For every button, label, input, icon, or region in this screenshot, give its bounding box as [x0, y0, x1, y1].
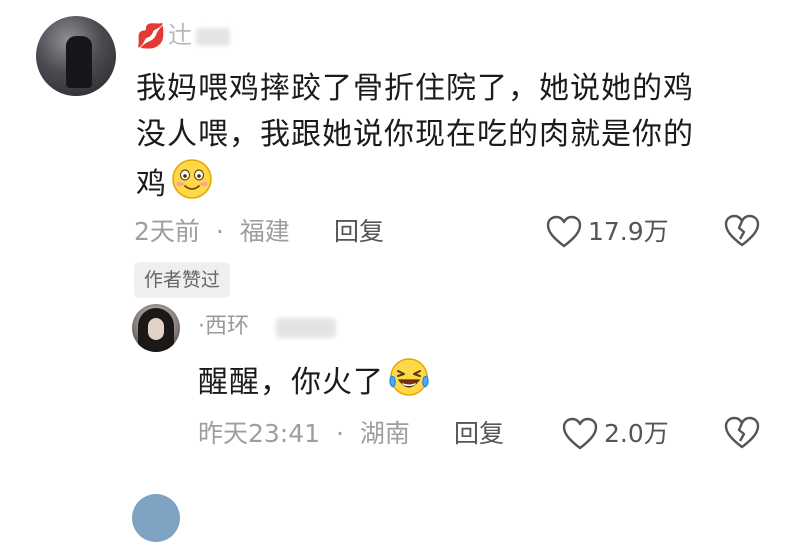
- reply-dislike-button[interactable]: [724, 416, 760, 452]
- username-blur: [196, 28, 230, 46]
- comment-like-count: 17.9万: [588, 217, 669, 246]
- author-liked-badge: 作者赞过: [134, 262, 231, 298]
- smiling-face-emoji-icon: [171, 158, 213, 214]
- commenter-username[interactable]: 辻: [168, 20, 192, 50]
- avatar-face: [148, 318, 164, 340]
- next-replier-avatar[interactable]: [132, 494, 180, 542]
- comment-like-button[interactable]: 17.9万: [546, 214, 669, 250]
- avatar-figure: [66, 36, 92, 88]
- replier-avatar[interactable]: [132, 304, 180, 352]
- reply-time: 昨天23:41: [198, 419, 321, 448]
- comment-line: 没人喂，我跟她说你现在吃的肉就是你的: [136, 117, 694, 152]
- reply-like-count: 2.0万: [604, 419, 669, 448]
- comment-line: 我妈喂鸡摔跤了骨折住院了，她说她的鸡: [136, 71, 694, 106]
- comment-line: 鸡: [136, 158, 756, 214]
- comment-dislike-button[interactable]: [724, 214, 760, 250]
- replier-username[interactable]: ·西环: [198, 312, 249, 342]
- comment-reply-button[interactable]: 回复: [334, 216, 384, 248]
- heart-icon: [546, 215, 582, 249]
- comment-text: 我妈喂鸡摔跤了骨折住院了，她说她的鸡 没人喂，我跟她说你现在吃的肉就是你的 鸡: [136, 66, 756, 214]
- laughing-tears-emoji-icon: [388, 356, 430, 412]
- comment-meta: 2天前 · 福建: [134, 216, 290, 248]
- meta-separator: ·: [336, 419, 344, 448]
- username-blur: [276, 318, 336, 338]
- reply-meta: 昨天23:41 · 湖南: [198, 418, 410, 450]
- lips-icon: 💋: [136, 22, 166, 50]
- reply-text: 醒醒，你火了: [198, 356, 430, 412]
- broken-heart-icon: [724, 416, 760, 454]
- broken-heart-icon: [724, 214, 760, 252]
- meta-separator: ·: [215, 217, 224, 246]
- comment-location: 福建: [239, 217, 290, 246]
- reply-location: 湖南: [359, 419, 410, 448]
- comment-time: 2天前: [134, 217, 200, 246]
- commenter-avatar[interactable]: [36, 16, 116, 96]
- reply-reply-button[interactable]: 回复: [454, 418, 504, 450]
- reply-like-button[interactable]: 2.0万: [562, 416, 669, 452]
- heart-icon: [562, 417, 598, 451]
